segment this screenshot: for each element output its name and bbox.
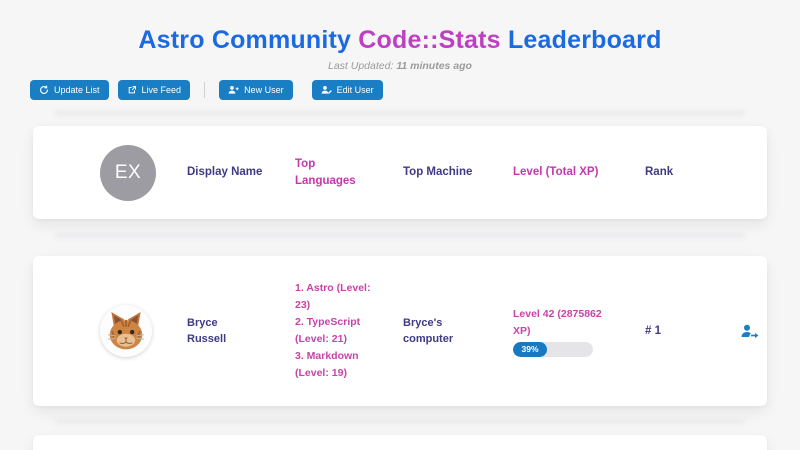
live-feed-button[interactable]: Live Feed (118, 80, 191, 100)
xp-progress-bar: 39% (513, 342, 593, 357)
user-plus-icon (228, 85, 239, 95)
display-name: Bryce Russell (187, 315, 259, 348)
title-part-astro-community: Astro Community (138, 26, 351, 54)
column-header-rank: Rank (645, 164, 723, 181)
user-avatar-cat (100, 305, 152, 357)
example-avatar: EX (100, 145, 156, 201)
section-shadow-band (55, 418, 745, 424)
leaderboard-row: Bryce Russell 1. Astro (Level: 23) 2. Ty… (33, 256, 767, 406)
section-shadow-band (55, 232, 745, 238)
live-feed-label: Live Feed (142, 85, 182, 95)
edit-user-label: Edit User (337, 85, 374, 95)
refresh-icon (39, 85, 49, 95)
toolbar-divider (204, 82, 205, 98)
language-item: 1. Astro (Level: 23) (295, 280, 379, 314)
level-cell: Level 42 (2875862 XP) 39% (513, 306, 609, 357)
top-languages-list: 1. Astro (Level: 23) 2. TypeScript (Leve… (295, 280, 379, 382)
cat-avatar-image (100, 305, 152, 357)
progress-fill: 39% (513, 342, 547, 357)
update-list-button[interactable]: Update List (30, 80, 109, 100)
view-profile-button[interactable] (736, 319, 764, 344)
title-part-codestats: Code::Stats (358, 26, 500, 54)
column-header-level-total-xp: Level (Total XP) (513, 164, 608, 181)
language-item: 2. TypeScript (Level: 21) (295, 314, 379, 348)
level-total-xp: Level 42 (2875862 XP) (513, 306, 609, 340)
top-machine: Bryce's computer (403, 315, 475, 348)
leaderboard-header-card: EX Display Name Top Languages Top Machin… (33, 126, 767, 219)
leaderboard-row-partial (33, 435, 767, 450)
title-part-leaderboard: Leaderboard (508, 26, 662, 54)
last-updated-value: 11 minutes ago (396, 60, 472, 72)
new-user-button[interactable]: New User (219, 80, 293, 100)
edit-user-button[interactable]: Edit User (312, 80, 383, 100)
page-title: Astro Community Code::Stats Leaderboard (0, 25, 800, 55)
user-arrow-icon (740, 323, 760, 340)
column-header-display-name: Display Name (187, 164, 265, 181)
column-header-top-languages: Top Languages (295, 156, 373, 190)
header-avatar-cell: EX (33, 145, 187, 201)
user-edit-icon (321, 85, 332, 95)
column-header-top-machine: Top Machine (403, 164, 481, 181)
language-item: 3. Markdown (Level: 19) (295, 348, 379, 382)
update-list-label: Update List (54, 85, 100, 95)
section-shadow-band (55, 110, 745, 116)
toolbar: Update List Live Feed New User Edit User (30, 80, 800, 100)
rank-value: # 1 (645, 325, 730, 337)
new-user-label: New User (244, 85, 284, 95)
row-avatar-cell (33, 305, 187, 357)
last-updated: Last Updated: 11 minutes ago (0, 60, 800, 72)
external-link-icon (127, 85, 137, 95)
last-updated-label: Last Updated: (328, 60, 393, 72)
